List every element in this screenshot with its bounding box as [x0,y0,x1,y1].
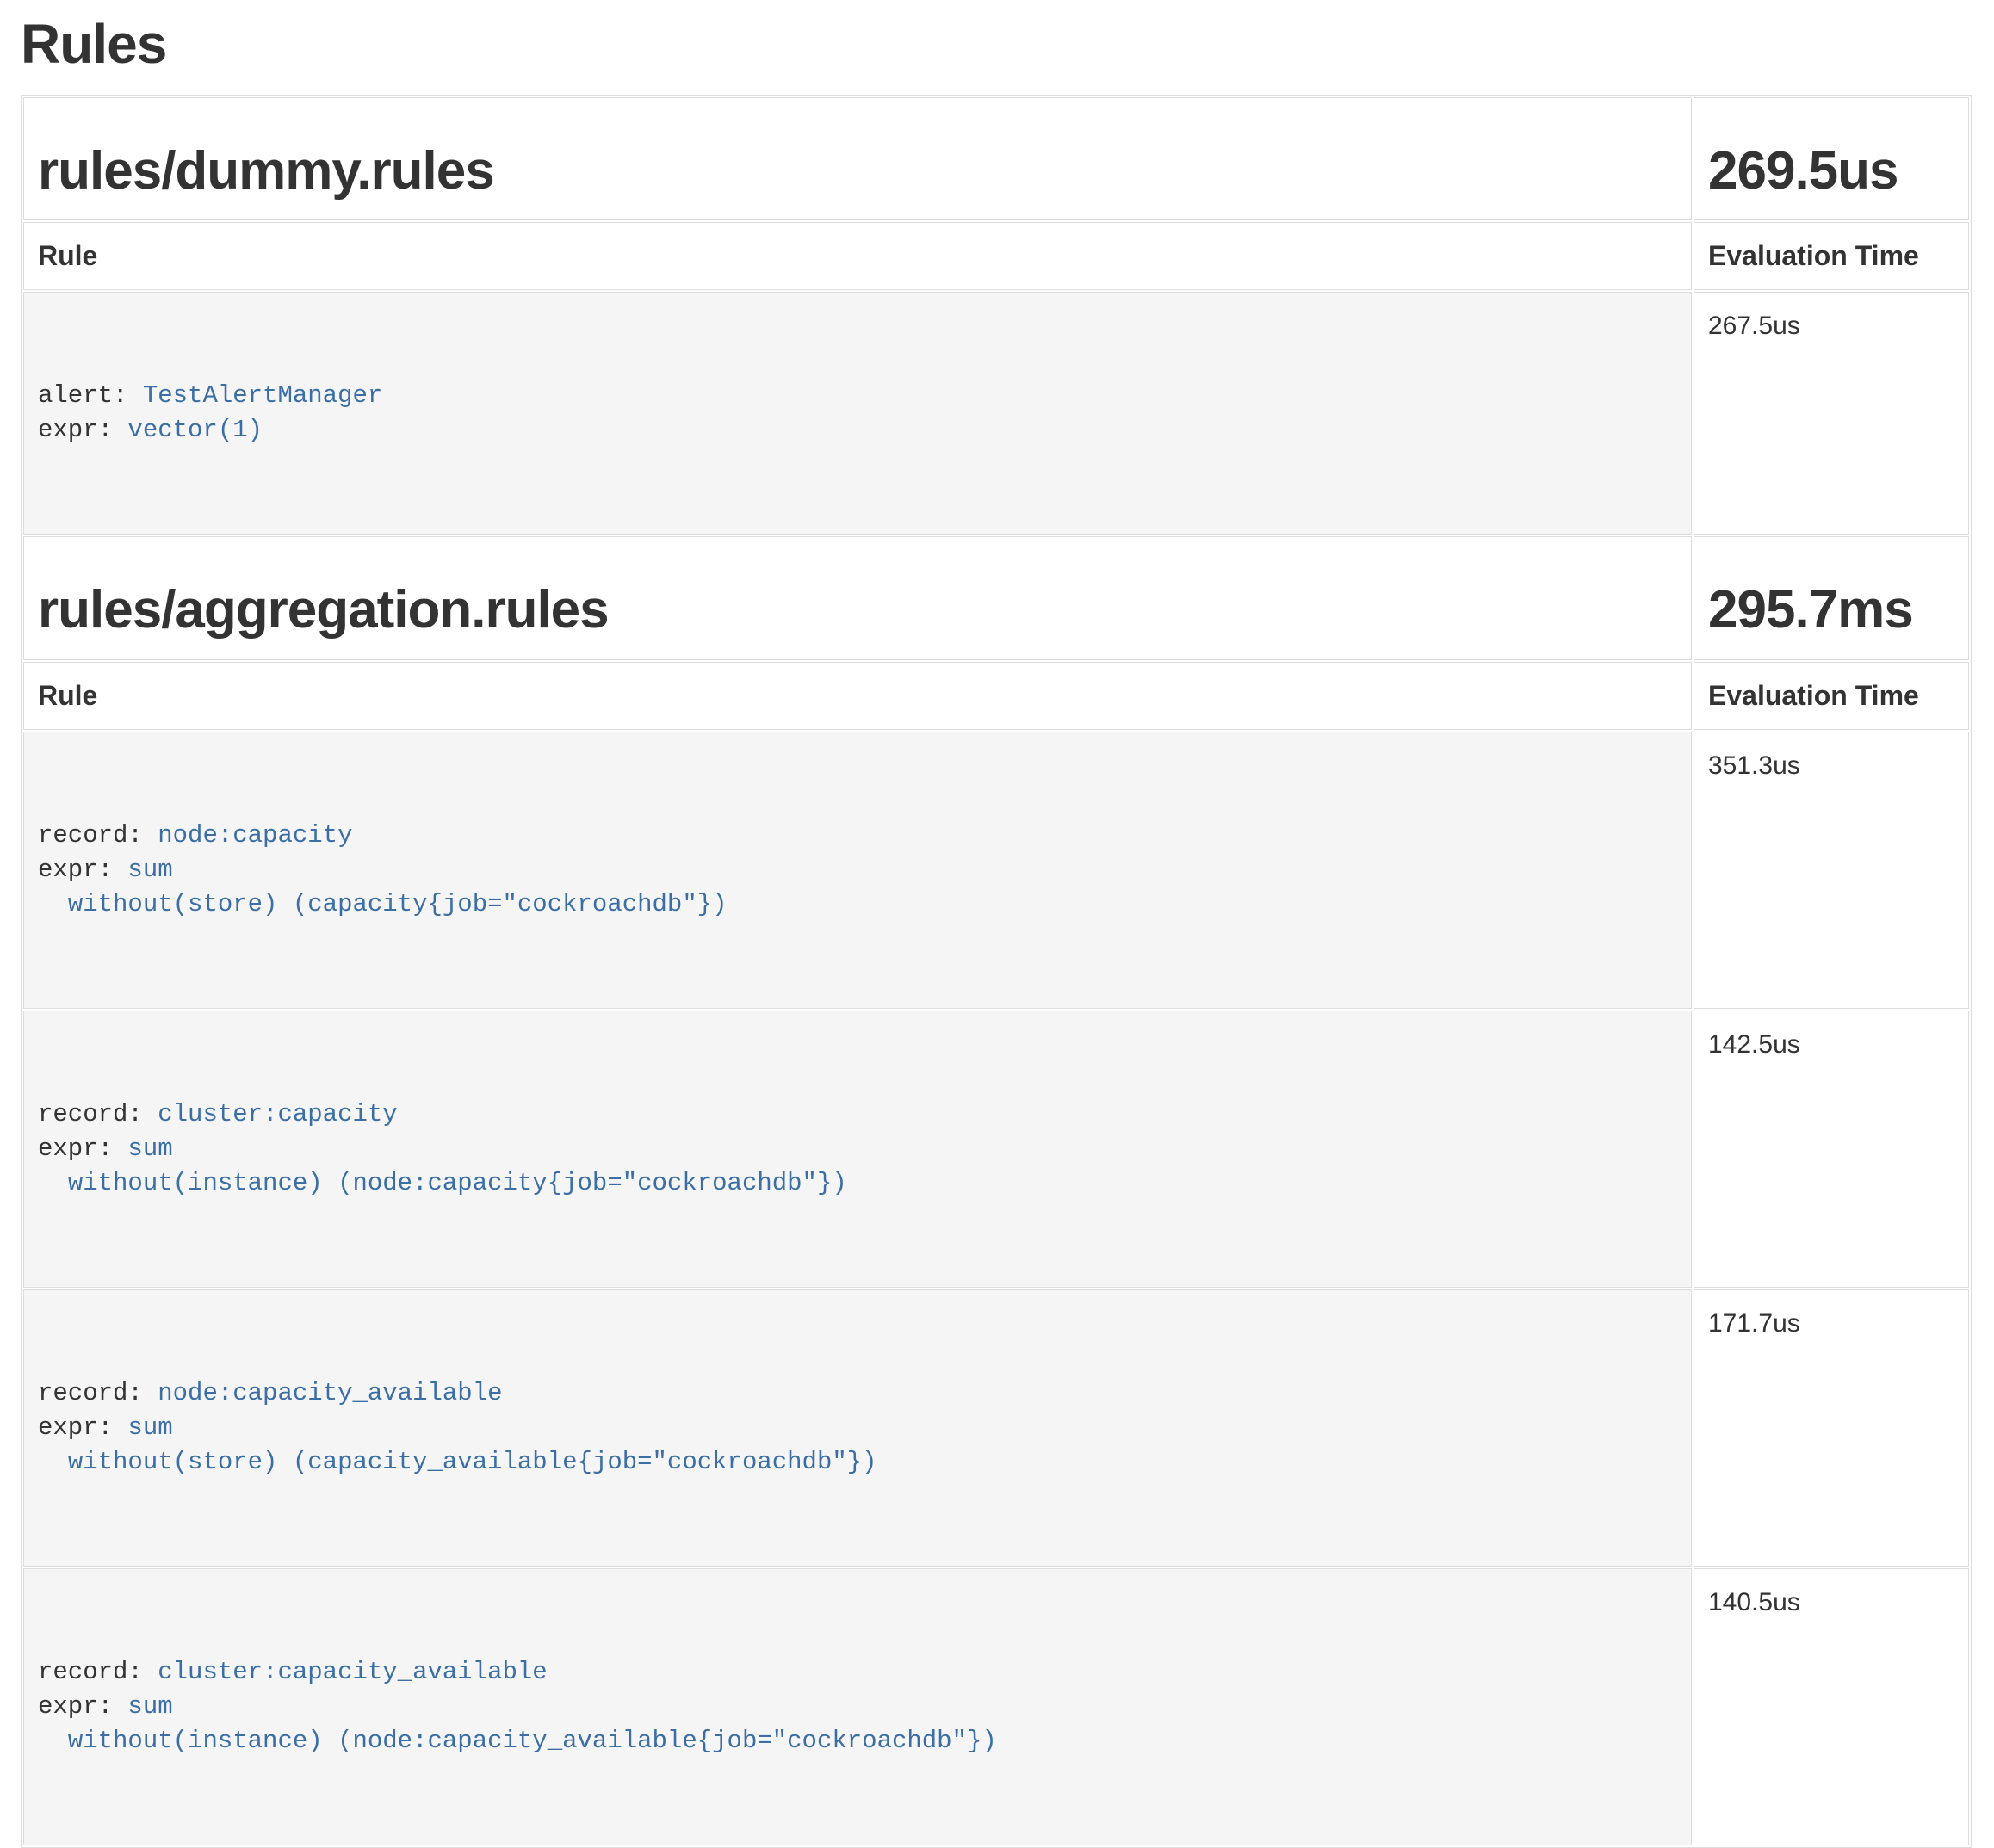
rule-keyword-label: expr: [38,1413,127,1442]
rule-row: alert: TestAlertManagerexpr: vector(1) 2… [23,292,1969,535]
rule-expression-link[interactable]: sum [127,1134,172,1163]
rule-group-eval-time-cell: 295.7ms [1694,536,1969,659]
rule-row: record: cluster:capacity_availableexpr: … [23,1568,1969,1845]
rule-code-line: alert: TestAlertManager [38,379,1677,413]
rule-expression-link[interactable]: sum [127,1692,172,1721]
rule-group-header-row: rules/dummy.rules 269.5us [23,97,1969,220]
rule-keyword-label: expr: [38,856,127,884]
rule-group-title-cell: rules/aggregation.rules [23,536,1692,659]
rule-keyword-label [38,1448,68,1476]
rule-group-file: rules/aggregation.rules [38,582,1677,638]
rule-evaluation-time: 267.5us [1694,292,1969,535]
rule-keyword-label: record: [38,821,158,850]
rule-definition-cell: record: node:capacity_availableexpr: sum… [23,1289,1692,1567]
rule-code-line: without(store) (capacity_available{job="… [38,1445,1677,1480]
rule-keyword-label: record: [38,1100,158,1128]
rule-expression-link[interactable]: node:capacity [158,821,352,850]
column-header-row: Rule Evaluation Time [23,662,1969,730]
rule-expression-link[interactable]: without(store) (capacity_available{job="… [68,1448,877,1476]
rule-expression-link[interactable]: without(instance) (node:capacity{job="co… [68,1169,847,1197]
column-header-row: Rule Evaluation Time [23,222,1969,290]
rule-expression-link[interactable]: without(instance) (node:capacity_availab… [68,1727,997,1755]
rule-code-line: without(store) (capacity{job="cockroachd… [38,887,1677,922]
rule-expression-link[interactable]: TestAlertManager [143,381,382,410]
rule-group-header-row: rules/aggregation.rules 295.7ms [23,536,1969,659]
rule-code-line: record: node:capacity_available [38,1376,1677,1411]
rule-definition-cell: record: cluster:capacityexpr: sum withou… [23,1011,1692,1288]
rule-group-title-cell: rules/dummy.rules [23,97,1692,220]
rule-expression-link[interactable]: without(store) (capacity{job="cockroachd… [68,890,728,918]
rule-definition-cell: record: cluster:capacity_availableexpr: … [23,1568,1692,1845]
rule-group-eval-time-cell: 269.5us [1694,97,1969,220]
rule-evaluation-time: 351.3us [1694,732,1969,1009]
rule-group-evaluation-time: 269.5us [1708,143,1954,199]
rule-evaluation-time: 171.7us [1694,1289,1969,1567]
rule-code-line: expr: sum [38,853,1677,887]
rule-expression-link[interactable]: vector(1) [127,416,263,444]
rule-code-line: expr: sum [38,1411,1677,1445]
rule-code: record: node:capacity_availableexpr: sum… [38,1376,1677,1480]
rule-row: record: node:capacityexpr: sum without(s… [23,732,1969,1009]
rule-keyword-label: expr: [38,416,127,444]
rule-code-line: expr: sum [38,1132,1677,1166]
rule-row: record: cluster:capacityexpr: sum withou… [23,1011,1969,1288]
rule-code: record: cluster:capacityexpr: sum withou… [38,1097,1677,1201]
rule-code-line: without(instance) (node:capacity_availab… [38,1724,1677,1758]
rule-code-line: without(instance) (node:capacity{job="co… [38,1166,1677,1201]
rule-column-header: Rule [23,662,1692,730]
rule-code-line: record: cluster:capacity_available [38,1655,1677,1690]
rule-keyword-label: record: [38,1379,158,1407]
rule-evaluation-time: 142.5us [1694,1011,1969,1288]
rule-keyword-label [38,1169,68,1197]
evaluation-time-column-header: Evaluation Time [1694,662,1969,730]
rule-definition-cell: alert: TestAlertManagerexpr: vector(1) [23,292,1692,535]
rule-keyword-label: expr: [38,1134,127,1163]
rule-expression-link[interactable]: node:capacity_available [158,1379,502,1407]
rule-expression-link[interactable]: sum [127,1413,172,1442]
rule-keyword-label: alert: [38,381,143,410]
rule-group-evaluation-time: 295.7ms [1708,582,1954,638]
page-title: Rules [21,14,1972,74]
rule-expression-link[interactable]: cluster:capacity_available [158,1658,547,1686]
rule-evaluation-time: 140.5us [1694,1568,1969,1845]
rule-column-header: Rule [23,222,1692,290]
rule-code-line: record: node:capacity [38,819,1677,853]
rule-keyword-label [38,1727,68,1755]
rule-keyword-label [38,890,68,918]
rule-expression-link[interactable]: cluster:capacity [158,1100,397,1128]
rule-row: record: node:capacity_availableexpr: sum… [23,1289,1969,1567]
rules-table: rules/dummy.rules 269.5us Rule Evaluatio… [21,95,1972,1847]
rule-code: alert: TestAlertManagerexpr: vector(1) [38,379,1677,448]
rule-code: record: node:capacityexpr: sum without(s… [38,819,1677,922]
rule-definition-cell: record: node:capacityexpr: sum without(s… [23,732,1692,1009]
rule-expression-link[interactable]: sum [127,856,172,884]
rules-page: Rules rules/dummy.rules 269.5us Rule Eva… [0,14,1994,1848]
rule-group-file: rules/dummy.rules [38,143,1677,199]
evaluation-time-column-header: Evaluation Time [1694,222,1969,290]
rule-code-line: expr: sum [38,1690,1677,1724]
rule-keyword-label: record: [38,1658,158,1686]
rule-keyword-label: expr: [38,1692,127,1721]
rule-code-line: record: cluster:capacity [38,1097,1677,1132]
rule-code: record: cluster:capacity_availableexpr: … [38,1655,1677,1758]
rule-code-line: expr: vector(1) [38,413,1677,448]
